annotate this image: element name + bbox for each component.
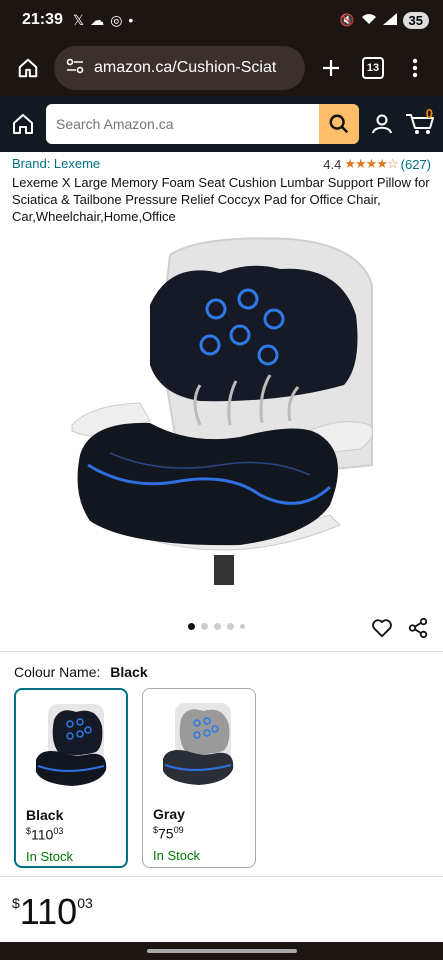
gesture-handle[interactable] xyxy=(146,949,297,953)
browser-toolbar: amazon.ca/Cushion-Sciat 13 xyxy=(0,40,443,96)
amazon-search-bar xyxy=(46,104,359,144)
product-header: Brand: Lexeme 4.4 ★★★★☆ (627) Lexeme X L… xyxy=(0,152,443,225)
new-tab-icon[interactable] xyxy=(315,52,347,84)
instagram-icon: ◎ xyxy=(110,11,123,28)
rating-value: 4.4 xyxy=(323,156,342,172)
tab-switcher-button[interactable]: 13 xyxy=(357,52,389,84)
tab-count: 13 xyxy=(362,57,384,79)
cloud-icon: ☁ xyxy=(90,11,105,28)
site-settings-icon[interactable] xyxy=(66,58,84,79)
share-icon[interactable] xyxy=(407,617,429,644)
swatch-name: Gray xyxy=(153,806,185,822)
search-input[interactable] xyxy=(46,104,319,144)
cart-icon[interactable]: 0 xyxy=(405,106,435,136)
carousel-dot[interactable] xyxy=(214,623,221,630)
price-currency: $ xyxy=(12,895,20,911)
swatch-thumbnail xyxy=(163,703,234,785)
url-bar[interactable]: amazon.ca/Cushion-Sciat xyxy=(54,46,305,90)
amazon-home-icon[interactable] xyxy=(8,112,38,136)
dot-icon: • xyxy=(128,12,134,28)
battery-icon: 35 xyxy=(402,11,429,29)
carousel-controls xyxy=(0,617,443,651)
star-rating-icon: ★★★★☆ xyxy=(344,156,398,171)
carousel-dot[interactable] xyxy=(201,623,208,630)
carousel-dots[interactable] xyxy=(188,623,245,630)
swatch-black[interactable]: Black $11003 In Stock xyxy=(14,688,128,868)
brand-link[interactable]: Brand: Lexeme xyxy=(12,156,100,172)
menu-kebab-icon[interactable] xyxy=(399,52,431,84)
wifi-icon xyxy=(361,13,377,28)
status-bar: 21:39 𝕏 ☁ ◎ • 🔇 35 xyxy=(0,0,443,40)
mute-icon: 🔇 xyxy=(339,13,355,27)
review-count: (627) xyxy=(400,156,431,172)
colour-selector-label: Colour Name: Black xyxy=(0,652,443,680)
system-nav-bar xyxy=(0,942,443,960)
signal-icon xyxy=(382,12,397,28)
wishlist-heart-icon[interactable] xyxy=(371,617,393,644)
search-icon xyxy=(329,114,349,134)
home-icon[interactable] xyxy=(12,52,44,84)
rating-summary[interactable]: 4.4 ★★★★☆ (627) xyxy=(323,156,431,172)
swatch-stock: In Stock xyxy=(153,847,200,863)
swatch-stock: In Stock xyxy=(26,848,73,864)
search-button[interactable] xyxy=(319,104,359,144)
price-whole: 110 xyxy=(19,891,78,932)
colour-label: Colour Name: xyxy=(14,664,101,680)
clock: 21:39 xyxy=(22,11,63,28)
product-title: Lexeme X Large Memory Foam Seat Cushion … xyxy=(12,175,430,224)
amazon-header: 0 xyxy=(0,96,443,152)
swatch-gray[interactable]: Gray $7509 In Stock xyxy=(142,688,256,868)
swatch-price: $7509 xyxy=(153,825,184,842)
cart-count: 0 xyxy=(425,106,433,121)
selected-colour: Black xyxy=(110,664,148,680)
carousel-dot[interactable] xyxy=(240,624,245,629)
price-cents: 03 xyxy=(77,895,93,911)
url-text: amazon.ca/Cushion-Sciat xyxy=(94,59,277,76)
colour-swatches: Black $11003 In Stock Gray $7509 In Stoc… xyxy=(0,680,443,876)
product-price: $ 110 03 xyxy=(0,877,443,933)
product-image[interactable] xyxy=(0,225,443,617)
carousel-dot[interactable] xyxy=(227,623,234,630)
swatch-name: Black xyxy=(26,807,64,823)
swatch-thumbnail xyxy=(36,704,107,786)
account-icon[interactable] xyxy=(367,112,397,136)
carousel-dot[interactable] xyxy=(188,623,195,630)
x-app-icon: 𝕏 xyxy=(72,11,85,28)
swatch-price: $11003 xyxy=(26,826,64,843)
